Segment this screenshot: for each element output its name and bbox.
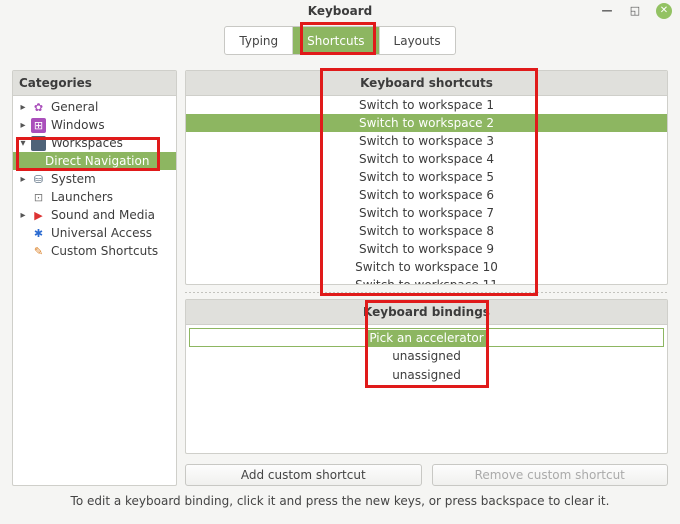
custom-icon: ✎ xyxy=(31,244,46,259)
remove-custom-shortcut-button: Remove custom shortcut xyxy=(432,464,669,487)
shortcut-item[interactable]: Switch to workspace 1 xyxy=(186,96,667,114)
shortcut-label: Switch to workspace 7 xyxy=(359,206,494,220)
shortcuts-header: Keyboard shortcuts xyxy=(186,71,667,96)
tab-label: Layouts xyxy=(394,34,441,48)
shortcut-item[interactable]: Switch to workspace 3 xyxy=(186,132,667,150)
remove-button-label: Remove custom shortcut xyxy=(475,468,625,482)
main-tabs: Typing Shortcuts Layouts xyxy=(224,26,455,55)
binding-item[interactable]: unassigned xyxy=(189,347,664,366)
category-label: Workspaces xyxy=(51,136,123,150)
expander-icon[interactable]: ▸ xyxy=(17,210,29,221)
category-label: Custom Shortcuts xyxy=(51,244,158,258)
category-item[interactable]: ▾ Workspaces xyxy=(13,134,176,152)
shortcuts-panel: Keyboard shortcuts Switch to workspace 1… xyxy=(185,70,668,285)
tab-typing[interactable]: Typing xyxy=(225,27,293,54)
shortcut-label: Switch to workspace 1 xyxy=(359,98,494,112)
bindings-list: Pick an accelerator unassigned unassigned xyxy=(186,325,667,453)
shortcuts-list[interactable]: Switch to workspace 1 Switch to workspace… xyxy=(186,96,667,284)
general-icon: ✿ xyxy=(31,100,46,115)
categories-header: Categories xyxy=(13,71,176,96)
binding-item[interactable]: Pick an accelerator xyxy=(189,328,664,347)
add-button-label: Add custom shortcut xyxy=(241,468,366,482)
shortcut-label: Switch to workspace 11 xyxy=(355,278,498,284)
shortcut-label: Switch to workspace 5 xyxy=(359,170,494,184)
binding-item[interactable]: unassigned xyxy=(189,366,664,385)
shortcut-label: Switch to workspace 3 xyxy=(359,134,494,148)
titlebar: Keyboard — ◱ ✕ xyxy=(0,0,680,22)
category-item[interactable]: ⊡ Launchers xyxy=(13,188,176,206)
category-label: Windows xyxy=(51,118,105,132)
tab-layouts[interactable]: Layouts xyxy=(380,27,455,54)
bindings-panel: Keyboard bindings Pick an accelerator una… xyxy=(185,299,668,454)
shortcut-label: Switch to workspace 4 xyxy=(359,152,494,166)
expander-icon[interactable]: ▾ xyxy=(17,138,29,149)
category-label: Sound and Media xyxy=(51,208,155,222)
bindings-header: Keyboard bindings xyxy=(186,300,667,325)
shortcut-label: Switch to workspace 8 xyxy=(359,224,494,238)
expander-icon[interactable]: ▸ xyxy=(17,102,29,113)
tabs-row: Typing Shortcuts Layouts xyxy=(0,22,680,64)
category-item[interactable]: ▸✿ General xyxy=(13,98,176,116)
shortcut-item[interactable]: Switch to workspace 4 xyxy=(186,150,667,168)
category-label: Universal Access xyxy=(51,226,152,240)
categories-tree: ▸✿General▸⊞Windows▾ WorkspacesDirect Nav… xyxy=(13,96,176,262)
window-title: Keyboard xyxy=(308,4,373,18)
media-icon: ▶ xyxy=(31,208,46,223)
shortcut-item[interactable]: Switch to workspace 5 xyxy=(186,168,667,186)
category-label: Launchers xyxy=(51,190,113,204)
binding-label: unassigned xyxy=(392,349,461,363)
windows-icon: ⊞ xyxy=(31,118,46,133)
access-icon: ✱ xyxy=(31,226,46,241)
shortcut-item[interactable]: Switch to workspace 10 xyxy=(186,258,667,276)
shortcut-item[interactable]: Switch to workspace 11 xyxy=(186,276,667,284)
category-item[interactable]: Direct Navigation xyxy=(13,152,176,170)
binding-label: Pick an accelerator xyxy=(367,330,485,346)
close-icon[interactable]: ✕ xyxy=(656,3,672,19)
system-icon: ⛁ xyxy=(31,172,46,187)
shortcut-label: Switch to workspace 10 xyxy=(355,260,498,274)
expander-icon[interactable]: ▸ xyxy=(17,120,29,131)
category-item[interactable]: ▸⛁ System xyxy=(13,170,176,188)
shortcut-label: Switch to workspace 9 xyxy=(359,242,494,256)
shortcut-item[interactable]: Switch to workspace 8 xyxy=(186,222,667,240)
category-item[interactable]: ▸▶ Sound and Media xyxy=(13,206,176,224)
tab-label: Shortcuts xyxy=(307,34,364,48)
add-custom-shortcut-button[interactable]: Add custom shortcut xyxy=(185,464,422,487)
category-label: General xyxy=(51,100,98,114)
footer-hint: To edit a keyboard binding, click it and… xyxy=(0,486,680,508)
shortcut-item[interactable]: Switch to workspace 7 xyxy=(186,204,667,222)
maximize-icon[interactable]: ◱ xyxy=(628,4,642,18)
tab-label: Typing xyxy=(239,34,278,48)
shortcut-label: Switch to workspace 6 xyxy=(359,188,494,202)
category-label: Direct Navigation xyxy=(45,154,149,168)
shortcut-item[interactable]: Switch to workspace 9 xyxy=(186,240,667,258)
tab-shortcuts[interactable]: Shortcuts xyxy=(293,27,379,54)
binding-label: unassigned xyxy=(392,368,461,382)
drag-handle[interactable] xyxy=(185,291,668,293)
category-item[interactable]: ▸⊞ Windows xyxy=(13,116,176,134)
shortcut-item[interactable]: Switch to workspace 6 xyxy=(186,186,667,204)
minimize-icon[interactable]: — xyxy=(600,4,614,18)
shortcut-item[interactable]: Switch to workspace 2 xyxy=(186,114,667,132)
workspaces-icon xyxy=(31,136,46,151)
category-label: System xyxy=(51,172,96,186)
categories-panel: Categories ▸✿General▸⊞Windows▾ Workspace… xyxy=(12,70,177,486)
category-item[interactable]: ✎ Custom Shortcuts xyxy=(13,242,176,260)
shortcut-label: Switch to workspace 2 xyxy=(359,116,494,130)
expander-icon[interactable]: ▸ xyxy=(17,174,29,185)
launchers-icon: ⊡ xyxy=(31,190,46,205)
category-item[interactable]: ✱ Universal Access xyxy=(13,224,176,242)
